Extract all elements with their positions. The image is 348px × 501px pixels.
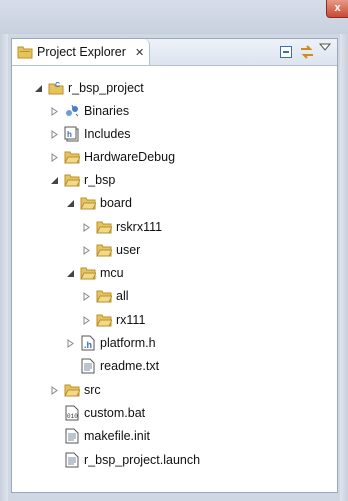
folder-icon — [80, 195, 96, 211]
collapsed-arrow-icon[interactable] — [80, 290, 92, 302]
collapse-all-icon[interactable] — [278, 44, 294, 60]
tree-item[interactable]: Cr_bsp_project — [32, 77, 144, 99]
tree-item[interactable]: .h platform.h — [64, 332, 156, 354]
tree-item-label: readme.txt — [100, 359, 160, 373]
tree-item-label: Includes — [84, 127, 131, 141]
project-folder-icon: C — [48, 80, 64, 96]
tree-item[interactable]: mcu — [64, 262, 124, 284]
folder-icon — [96, 288, 112, 304]
includes-icon: h — [64, 126, 80, 142]
tree-item[interactable]: board — [64, 192, 132, 214]
tree-item-label: HardwareDebug — [84, 150, 176, 164]
tree-item[interactable]: rskrx111 — [80, 216, 162, 238]
collapsed-arrow-icon[interactable] — [48, 105, 60, 117]
tree-item-label: custom.bat — [84, 406, 146, 420]
view-icon — [17, 44, 33, 60]
tree-item[interactable]: readme.txt — [64, 355, 159, 377]
tree-item-label: mcu — [100, 266, 124, 280]
expanded-arrow-icon[interactable] — [32, 82, 44, 94]
collapsed-arrow-icon[interactable] — [80, 314, 92, 326]
window-title-strip — [0, 0, 348, 34]
tree-item-label: r_bsp_project.launch — [84, 453, 201, 467]
header-file-icon: .h — [80, 335, 96, 351]
folder-icon — [96, 219, 112, 235]
link-with-editor-icon[interactable] — [299, 44, 315, 60]
collapsed-arrow-icon[interactable] — [48, 384, 60, 396]
tree-item-label: rskrx111 — [116, 220, 163, 234]
project-explorer-view: Project Explorer ✕ Cr_bsp_project Binarie… — [11, 38, 338, 493]
binary-file-icon: 010 — [64, 405, 80, 421]
window-close-button[interactable]: x — [326, 0, 348, 18]
expanded-arrow-icon[interactable] — [48, 174, 60, 186]
tree-item-label: board — [100, 196, 132, 210]
tree-item[interactable]: user — [80, 239, 140, 261]
svg-text:C: C — [55, 82, 60, 89]
view-header: Project Explorer ✕ — [12, 39, 337, 66]
tree-item-label: all — [116, 289, 129, 303]
collapsed-arrow-icon[interactable] — [48, 151, 60, 163]
expanded-arrow-icon[interactable] — [64, 197, 76, 209]
tree-item[interactable]: src — [48, 379, 101, 401]
folder-icon — [64, 149, 80, 165]
folder-icon — [96, 242, 112, 258]
collapsed-arrow-icon[interactable] — [80, 244, 92, 256]
svg-text:010: 010 — [67, 413, 78, 420]
folder-icon — [64, 382, 80, 398]
svg-text:.h: .h — [84, 340, 92, 350]
tree-item-label: platform.h — [100, 336, 156, 350]
collapsed-arrow-icon[interactable] — [80, 221, 92, 233]
tree-item[interactable]: h Includes — [48, 123, 131, 145]
tree-item[interactable]: r_bsp — [48, 169, 115, 191]
project-explorer-tab[interactable]: Project Explorer ✕ — [12, 39, 150, 65]
folder-icon — [80, 265, 96, 281]
no-arrow-spacer — [48, 430, 60, 442]
view-menu-icon[interactable] — [319, 42, 331, 52]
tree-item-label: r_bsp_project — [68, 81, 144, 95]
collapsed-arrow-icon[interactable] — [64, 337, 76, 349]
text-file-icon — [64, 452, 80, 468]
tree-item-label: Binaries — [84, 104, 130, 118]
no-arrow-spacer — [48, 407, 60, 419]
no-arrow-spacer — [64, 360, 76, 372]
collapsed-arrow-icon[interactable] — [48, 128, 60, 140]
close-tab-icon[interactable]: ✕ — [135, 46, 144, 59]
tree-item[interactable]: r_bsp_project.launch — [48, 449, 200, 471]
tree-item[interactable]: HardwareDebug — [48, 146, 175, 168]
tree-item-label: makefile.init — [84, 429, 150, 443]
tree-item[interactable]: makefile.init — [48, 425, 150, 447]
tree-item[interactable]: rx111 — [80, 309, 145, 331]
tree-item-label: user — [116, 243, 141, 257]
tree-item[interactable]: 010 custom.bat — [48, 402, 145, 424]
text-file-icon — [64, 428, 80, 444]
folder-icon — [64, 172, 80, 188]
no-arrow-spacer — [48, 454, 60, 466]
tree-item[interactable]: all — [80, 285, 129, 307]
svg-text:h: h — [67, 130, 72, 139]
folder-icon — [96, 312, 112, 328]
tree-item-label: r_bsp — [84, 173, 116, 187]
left-border — [0, 34, 8, 501]
binaries-icon — [64, 103, 80, 119]
tree-item-label: src — [84, 383, 101, 397]
expanded-arrow-icon[interactable] — [64, 267, 76, 279]
tree-item-label: rx111 — [116, 313, 146, 327]
right-border — [340, 34, 348, 501]
tree-item[interactable]: Binaries — [48, 100, 129, 122]
text-file-icon — [80, 358, 96, 374]
view-title: Project Explorer — [37, 45, 126, 59]
